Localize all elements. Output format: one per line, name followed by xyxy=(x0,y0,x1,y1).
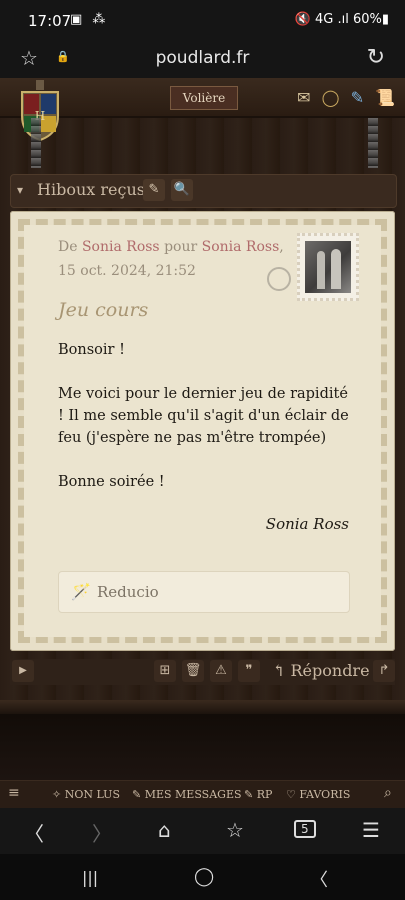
back-icon[interactable]: 〈 xyxy=(24,818,44,847)
nav-my-messages[interactable]: ✎ MES MESSAGES xyxy=(132,788,242,801)
stamp-photo xyxy=(305,241,351,293)
stamp-figure xyxy=(317,251,325,289)
to-prefix: pour xyxy=(159,239,202,255)
url-text[interactable]: poudlard.fr xyxy=(0,48,405,68)
move-folder-icon[interactable]: ⊞ xyxy=(154,660,176,682)
forward-icon[interactable]: 〉 xyxy=(92,818,112,847)
menu-icon[interactable]: ≡ xyxy=(8,785,20,801)
page-floor xyxy=(0,714,405,780)
warning-icon[interactable]: ⚠ xyxy=(210,660,232,682)
edit-icon[interactable]: ✎ xyxy=(143,179,165,201)
recipient-link[interactable]: Sonia Ross xyxy=(202,239,280,255)
quote-icon[interactable]: ❞ xyxy=(238,660,260,682)
letter-card: De Sonia Ross pour Sonia Ross, 15 oct. 2… xyxy=(10,211,395,651)
stamp-image xyxy=(297,233,359,301)
parchment-icon[interactable]: 📜 xyxy=(375,88,395,107)
forum-nav: ≡ ✧ NON LUS ✎ MES MESSAGES ✎ RP ♡ FAVORI… xyxy=(0,780,405,809)
notification-icons: ▣ ⁂ xyxy=(70,12,109,27)
play-icon[interactable]: ▶ xyxy=(12,660,34,682)
paragraph: Me voici pour le dernier jeu de rapidité… xyxy=(58,386,349,446)
status-bar: 17:07 ▣ ⁂ 🔇 4G .ıl 60%▮ xyxy=(0,0,405,42)
postmark-icon xyxy=(267,267,291,291)
system-nav: ||| ◯ 〈 xyxy=(0,854,405,900)
back-icon[interactable]: 〈 xyxy=(310,866,328,892)
chevron-down-icon[interactable]: ▾ xyxy=(17,183,23,197)
search-icon[interactable]: ⌕ xyxy=(384,785,392,801)
right-chain xyxy=(368,118,378,168)
folder-title[interactable]: Hiboux reçus xyxy=(37,180,145,199)
reducio-label: Reducio xyxy=(97,583,159,601)
recents-icon[interactable]: ||| xyxy=(82,868,98,887)
forward-icon[interactable]: ↱ xyxy=(373,660,395,682)
letter-subject: Jeu cours xyxy=(58,299,149,321)
browser-toolbar: 〈 〉 ⌂ ☆ 5 ☰ xyxy=(0,808,405,854)
reducio-button[interactable]: 🪄 Reducio xyxy=(58,571,350,613)
sender-link[interactable]: Sonia Ross xyxy=(82,239,160,255)
home-icon[interactable]: ◯ xyxy=(194,866,214,887)
left-chain xyxy=(31,118,41,168)
search-icon[interactable]: 🔍 xyxy=(171,179,193,201)
reply-button[interactable]: ↰ Répondre xyxy=(272,661,370,680)
wand-icon: 🪄 xyxy=(71,582,91,601)
paragraph: Bonsoir ! xyxy=(58,342,125,358)
to-suffix: , xyxy=(279,239,284,255)
letter-body: Bonsoir ! Me voici pour le dernier jeu d… xyxy=(58,339,358,515)
header-icons: ✉ ◯ ✎ 📜 xyxy=(291,88,395,112)
shelf xyxy=(0,700,405,714)
nav-unread[interactable]: ✧ NON LUS xyxy=(52,788,120,801)
reload-icon[interactable]: ↻ xyxy=(367,45,385,70)
trash-icon[interactable]: 🗑 xyxy=(182,660,204,682)
signature: Sonia Ross xyxy=(265,515,349,533)
clock: 17:07 xyxy=(28,12,72,30)
home-icon[interactable]: ⌂ xyxy=(158,818,171,842)
stamp-figure xyxy=(331,249,341,289)
from-prefix: De xyxy=(58,239,82,255)
system-status: 🔇 4G .ıl 60%▮ xyxy=(294,12,389,27)
message-actions: ▶ ⊞ 🗑 ⚠ ❞ ↰ Répondre ↱ xyxy=(10,659,395,685)
menu-icon[interactable]: ☰ xyxy=(362,818,380,842)
letter-from: De Sonia Ross pour Sonia Ross, xyxy=(58,239,284,255)
nav-rp[interactable]: ✎ RP xyxy=(244,788,272,801)
letter-date: 15 oct. 2024, 21:52 xyxy=(58,263,196,279)
voliere-title[interactable]: Volière xyxy=(170,86,238,110)
quill-icon[interactable]: ✎ xyxy=(351,88,364,107)
tabs-icon[interactable]: 5 xyxy=(294,820,316,838)
bookmarks-icon[interactable]: ☆ xyxy=(226,818,244,842)
envelope-icon[interactable]: ✉ xyxy=(297,88,310,107)
inbox-toolbar: ▾ Hiboux reçus ✎ 🔍 xyxy=(10,174,397,208)
ring-icon[interactable]: ◯ xyxy=(322,88,340,107)
nav-favorites[interactable]: ♡ FAVORIS xyxy=(286,788,350,801)
paragraph: Bonne soirée ! xyxy=(58,474,165,490)
address-bar[interactable]: ☆ 🔒 poudlard.fr ↻ xyxy=(0,42,405,78)
